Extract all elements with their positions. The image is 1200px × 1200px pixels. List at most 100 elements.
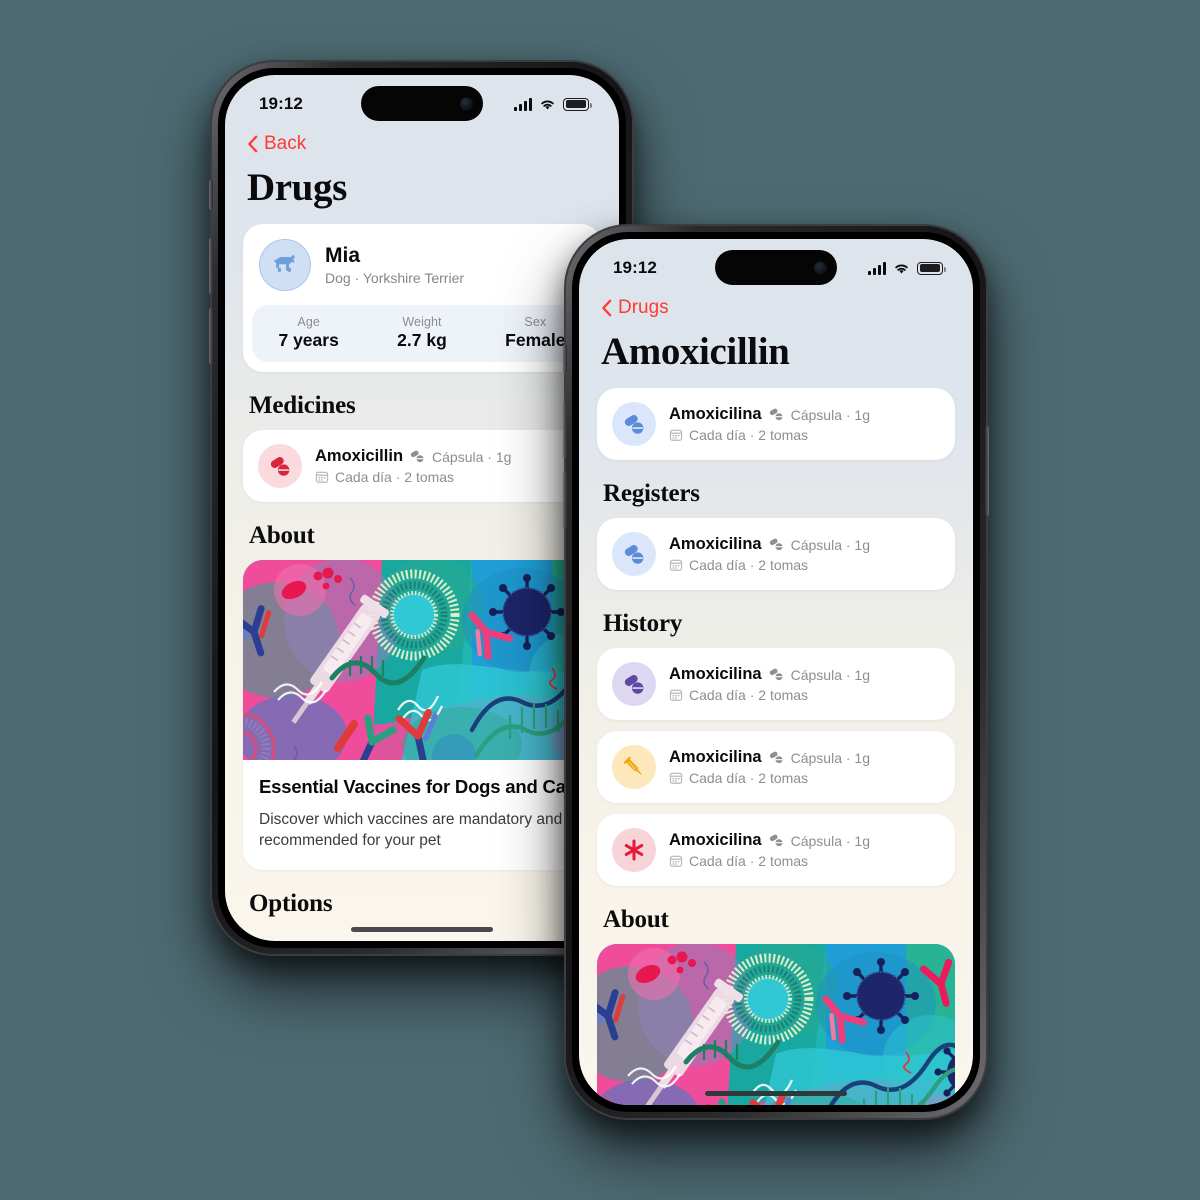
dynamic-island (715, 250, 837, 285)
medicine-name: Amoxicilina (669, 665, 762, 683)
volume-up-button[interactable] (209, 238, 213, 294)
article-card[interactable] (597, 944, 955, 1105)
front-camera-icon (814, 261, 827, 274)
history-card[interactable]: Amoxicilina Cápsula · 1g Cada día · 2 to… (597, 731, 955, 803)
medicine-form: Cápsula · 1g (790, 406, 871, 423)
pills-icon (267, 453, 293, 479)
article-title: Essential Vaccines for Dogs and Cats (259, 776, 582, 797)
history-card[interactable]: Amoxicilina Cápsula · 1g Cada día · 2 to… (597, 814, 955, 886)
calendar-icon (669, 558, 683, 572)
calendar-icon (669, 428, 683, 442)
page-title: Drugs (247, 166, 347, 209)
pet-stats: Age 7 years Weight 2.7 kg Sex Female (252, 305, 592, 362)
article-card[interactable]: Essential Vaccines for Dogs and Cats Dis… (243, 560, 601, 870)
status-bar-back: 19:12 (225, 75, 619, 129)
medicine-icon-wrap (612, 828, 656, 872)
status-time: 19:12 (259, 94, 303, 113)
medicine-name: Amoxicilina (669, 831, 762, 849)
page-title: Amoxicillin (601, 330, 790, 373)
stat-label: Weight (402, 315, 442, 329)
stat-weight: Weight 2.7 kg (365, 315, 478, 351)
medicine-form: Cápsula · 1g (790, 536, 871, 553)
pet-row: Mia Dog · Yorkshire Terrier (243, 224, 601, 305)
medicine-frequency: Cada día · 2 tomas (689, 557, 809, 573)
medicine-frequency: Cada día · 2 tomas (689, 427, 809, 443)
calendar-icon (315, 470, 329, 484)
vaccine-illustration (243, 560, 601, 760)
nav-back-button[interactable]: Back (243, 129, 601, 157)
medicine-body: Amoxicillin Cápsula · 1g Cada día · 2 to… (315, 447, 511, 485)
pet-name: Mia (325, 244, 361, 268)
stat-value: 2.7 kg (397, 330, 447, 350)
calendar-icon (669, 688, 683, 702)
calendar-icon (669, 771, 683, 785)
pills-small-icon (769, 407, 784, 422)
stat-age: Age 7 years (252, 315, 365, 351)
cellular-signal-icon (514, 97, 532, 111)
register-card[interactable]: Amoxicilina Cápsula · 1g Cada día · 2 to… (597, 518, 955, 590)
volume-down-button[interactable] (209, 308, 213, 364)
vaccine-illustration (597, 944, 955, 1105)
medicine-row: Amoxicilina Cápsula · 1g Cada día · 2 to… (597, 388, 955, 460)
section-history: History (603, 610, 683, 637)
cellular-signal-icon (868, 261, 886, 275)
app-content-drugs: Back Drugs Mia Dog · Yorkshire Terrier A… (225, 129, 619, 928)
volume-up-button[interactable] (563, 402, 567, 458)
pills-small-icon (769, 537, 784, 552)
app-content-amoxicillin: Drugs Amoxicillin Amoxicilina Cápsula · … (579, 293, 973, 1105)
pills-icon (621, 411, 647, 437)
syringe-icon (621, 754, 647, 780)
screen-drugs: 19:12 Back Drugs Mia Dog · Yorkshire Ter… (225, 75, 619, 941)
dog-icon (269, 249, 301, 281)
medicine-icon-wrap (612, 402, 656, 446)
dynamic-island (361, 86, 483, 121)
status-time: 19:12 (613, 258, 657, 277)
screen-amoxicillin: 19:12 Drugs Amoxicillin Amoxicilina Cáps… (579, 239, 973, 1105)
pet-card[interactable]: Mia Dog · Yorkshire Terrier Age 7 years … (243, 224, 601, 372)
chevron-left-icon (601, 299, 612, 317)
medicine-row: Amoxicillin Cápsula · 1g Cada día · 2 to… (243, 430, 601, 502)
medicine-name: Amoxicillin (315, 447, 404, 465)
medicine-row: Amoxicilina Cápsula · 1g Cada día · 2 to… (597, 648, 955, 720)
article-description: Discover which vaccines are mandatory an… (259, 811, 563, 849)
medicine-form: Cápsula · 1g (790, 832, 871, 849)
nav-back-button[interactable]: Drugs (597, 293, 955, 321)
home-indicator[interactable] (705, 1091, 847, 1096)
pills-small-icon (769, 750, 784, 765)
medicine-name: Amoxicilina (669, 405, 762, 423)
medicine-row: Amoxicilina Cápsula · 1g Cada día · 2 to… (597, 814, 955, 886)
asterisk-icon (621, 837, 647, 863)
pills-small-icon (769, 667, 784, 682)
medicine-form: Cápsula · 1g (790, 666, 871, 683)
medicine-frequency: Cada día · 2 tomas (689, 770, 809, 786)
home-indicator[interactable] (351, 927, 493, 932)
history-card[interactable]: Amoxicilina Cápsula · 1g Cada día · 2 to… (597, 648, 955, 720)
medicine-card[interactable]: Amoxicillin Cápsula · 1g Cada día · 2 to… (243, 430, 601, 502)
silent-switch[interactable] (209, 180, 213, 210)
medicine-name: Amoxicilina (669, 535, 762, 553)
pet-subtitle: Dog · Yorkshire Terrier (325, 269, 465, 286)
medicine-frequency: Cada día · 2 tomas (335, 469, 455, 485)
medicine-row: Amoxicilina Cápsula · 1g Cada día · 2 to… (597, 731, 955, 803)
silent-switch[interactable] (563, 344, 567, 374)
stat-value: 7 years (278, 330, 339, 350)
medicine-frequency: Cada día · 2 tomas (689, 687, 809, 703)
medicine-frequency: Cada día · 2 tomas (689, 853, 809, 869)
pills-icon (621, 671, 647, 697)
volume-down-button[interactable] (563, 472, 567, 528)
medicine-form: Cápsula · 1g (790, 749, 871, 766)
phone-front: 19:12 Drugs Amoxicillin Amoxicilina Cáps… (563, 226, 989, 1118)
section-about: About (249, 522, 315, 549)
pills-small-icon (769, 833, 784, 848)
medicine-icon-wrap (612, 532, 656, 576)
medicine-form: Cápsula · 1g (432, 448, 512, 465)
pills-icon (621, 541, 647, 567)
front-camera-icon (460, 97, 473, 110)
medicine-icon-wrap (612, 662, 656, 706)
power-button[interactable] (985, 426, 989, 516)
battery-icon (563, 97, 592, 111)
drug-summary-card[interactable]: Amoxicilina Cápsula · 1g Cada día · 2 to… (597, 388, 955, 460)
medicine-name: Amoxicilina (669, 748, 762, 766)
chevron-left-icon (247, 135, 258, 153)
pills-small-icon (410, 449, 425, 464)
